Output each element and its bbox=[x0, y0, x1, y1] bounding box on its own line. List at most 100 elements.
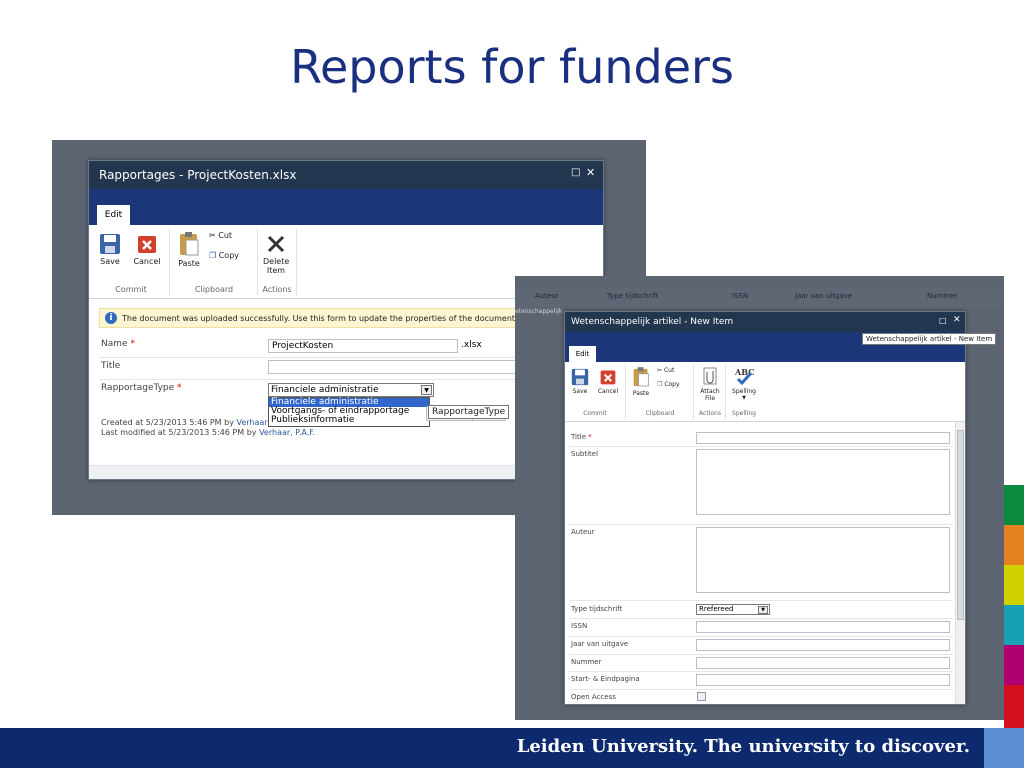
modified-by-link[interactable]: Verhaar, P.A.F. bbox=[259, 428, 315, 437]
attach-label: Attach File bbox=[700, 388, 720, 402]
save-label: Save bbox=[100, 257, 120, 266]
cut-label: Cut bbox=[218, 231, 233, 240]
paste-button[interactable]: Paste bbox=[629, 366, 653, 397]
modified-info: Last modified at 5/23/2013 5:46 PM by Ve… bbox=[101, 428, 316, 437]
footer-tagline: Leiden University. The university to dis… bbox=[516, 736, 970, 757]
group-actions-label: Actions bbox=[699, 410, 721, 417]
pagina-input[interactable] bbox=[696, 674, 950, 686]
upload-notice: i The document was uploaded successfully… bbox=[99, 308, 519, 328]
slide-title: Reports for funders bbox=[290, 40, 734, 94]
subtitel-label: Subtitel bbox=[571, 450, 599, 458]
name-extension: .xlsx bbox=[461, 340, 482, 350]
cut-button[interactable]: ✂ Cut bbox=[209, 231, 249, 240]
cancel-button[interactable]: Cancel bbox=[595, 368, 621, 395]
dialog-tooltip: Wetenschappelijk artikel - New Item bbox=[862, 333, 997, 345]
spelling-label: Spelling bbox=[732, 388, 756, 395]
open-access-checkbox[interactable] bbox=[697, 692, 706, 701]
column-header[interactable]: ISSN bbox=[732, 292, 748, 300]
group-commit-label: Commit bbox=[115, 285, 147, 294]
copy-label: Copy bbox=[218, 251, 240, 260]
scrollbar-thumb[interactable] bbox=[957, 430, 964, 620]
dialog-titlebar: Rapportages - ProjectKosten.xlsx □ ✕ bbox=[89, 161, 603, 189]
created-by-link[interactable]: Verhaar bbox=[236, 418, 267, 427]
ribbon-tabbar: Edit bbox=[89, 189, 603, 225]
tab-edit[interactable]: Edit bbox=[569, 346, 596, 362]
jaar-label: Jaar van uitgave bbox=[571, 640, 629, 648]
name-input[interactable]: ProjectKosten bbox=[268, 339, 458, 353]
tab-edit[interactable]: Edit bbox=[97, 205, 130, 225]
delete-icon bbox=[267, 235, 285, 253]
nummer-input[interactable] bbox=[696, 657, 950, 669]
close-icon[interactable]: ✕ bbox=[953, 315, 961, 325]
maximize-icon[interactable]: □ bbox=[939, 316, 947, 325]
dropdown-option[interactable]: Publieksinformatie bbox=[269, 416, 429, 425]
cut-button[interactable]: ✂ Cut bbox=[657, 366, 691, 375]
save-button[interactable]: Save bbox=[97, 233, 123, 266]
field-tooltip: RapportageType bbox=[428, 405, 510, 419]
save-button[interactable]: Save bbox=[569, 368, 591, 395]
rapportagetype-dropdown: Financiele administratie Voortgangs- of … bbox=[268, 397, 430, 427]
column-header[interactable]: Nummer bbox=[927, 292, 958, 300]
column-header[interactable]: Jaar van uitgave bbox=[795, 292, 852, 300]
list-header-row: Auteur Type tijdschrift ISSN Jaar van ui… bbox=[515, 288, 1004, 308]
group-commit-label: Commit bbox=[583, 410, 607, 417]
chevron-down-icon[interactable]: ▼ bbox=[758, 606, 768, 614]
maximize-icon[interactable]: □ bbox=[571, 167, 580, 178]
color-band-red bbox=[1004, 685, 1024, 728]
type-tijdschrift-label: Type tijdschrift bbox=[571, 605, 623, 613]
list-row-fragment: etenschappelijk bbox=[515, 308, 563, 315]
title-input[interactable] bbox=[696, 432, 950, 444]
footer-bar: Leiden University. The university to dis… bbox=[0, 728, 984, 768]
color-band-teal bbox=[1004, 605, 1024, 645]
scrollbar[interactable] bbox=[955, 422, 965, 704]
paste-icon bbox=[633, 367, 649, 387]
issn-input[interactable] bbox=[696, 621, 950, 633]
cancel-label: Cancel bbox=[133, 257, 161, 266]
chevron-down-icon[interactable]: ▼ bbox=[421, 385, 432, 395]
notice-text: The document was uploaded successfully. … bbox=[122, 314, 518, 323]
copy-button[interactable]: ❐ Copy bbox=[657, 380, 693, 389]
group-clipboard-label: Clipboard bbox=[645, 410, 675, 417]
color-band-green bbox=[1004, 485, 1024, 525]
auteur-textarea[interactable] bbox=[696, 527, 950, 593]
rapportagetype-select[interactable]: Financiele administratie ▼ bbox=[268, 383, 434, 397]
color-band-magenta bbox=[1004, 645, 1024, 685]
rapportagetype-value: Financiele administratie bbox=[271, 385, 379, 395]
cancel-button[interactable]: Cancel bbox=[131, 233, 163, 266]
type-tijdschrift-value: Rrefereed bbox=[699, 605, 734, 613]
copy-button[interactable]: ❐ Copy bbox=[209, 251, 254, 260]
nummer-label: Nummer bbox=[571, 658, 602, 666]
title-input[interactable] bbox=[268, 360, 518, 374]
save-icon bbox=[100, 234, 120, 254]
column-header[interactable]: Auteur bbox=[535, 292, 559, 300]
paste-button[interactable]: Paste bbox=[175, 231, 203, 268]
svg-text:ABC: ABC bbox=[734, 367, 754, 377]
save-label: Save bbox=[572, 388, 588, 395]
delete-label: Delete Item bbox=[263, 257, 290, 275]
delete-item-button[interactable]: Delete Item bbox=[261, 233, 291, 275]
ribbon: Save Cancel Paste ✂ Cut ❐ Copy Attach Fi… bbox=[565, 362, 965, 422]
attach-icon bbox=[703, 367, 717, 385]
info-icon: i bbox=[105, 312, 117, 324]
jaar-input[interactable] bbox=[696, 639, 950, 651]
subtitel-textarea[interactable] bbox=[696, 449, 950, 515]
spelling-icon: ABC bbox=[734, 367, 754, 386]
cancel-icon bbox=[138, 236, 156, 253]
dialog-title: Rapportages - ProjectKosten.xlsx bbox=[99, 168, 297, 182]
cut-icon: ✂ bbox=[209, 231, 216, 240]
copy-icon: ❐ bbox=[209, 251, 217, 260]
new-item-dialog: Wetenschappelijk artikel - New Item □ ✕ … bbox=[564, 311, 966, 705]
close-icon[interactable]: ✕ bbox=[586, 166, 595, 179]
type-tijdschrift-select[interactable]: Rrefereed ▼ bbox=[696, 604, 770, 615]
attach-file-button[interactable]: Attach File bbox=[697, 366, 723, 402]
paste-label: Paste bbox=[178, 259, 200, 268]
title-label: Title * bbox=[571, 433, 592, 441]
paste-icon bbox=[180, 232, 199, 256]
cancel-label: Cancel bbox=[597, 388, 619, 395]
column-header[interactable]: Type tijdschrift bbox=[607, 292, 658, 300]
rapportagetype-label: RapportageType * bbox=[101, 383, 182, 393]
title-label: Title bbox=[101, 361, 121, 371]
copy-label: Copy bbox=[664, 381, 680, 388]
footer-corner-block bbox=[984, 728, 1024, 768]
spelling-button[interactable]: ABC Spelling ▼ bbox=[729, 366, 759, 402]
